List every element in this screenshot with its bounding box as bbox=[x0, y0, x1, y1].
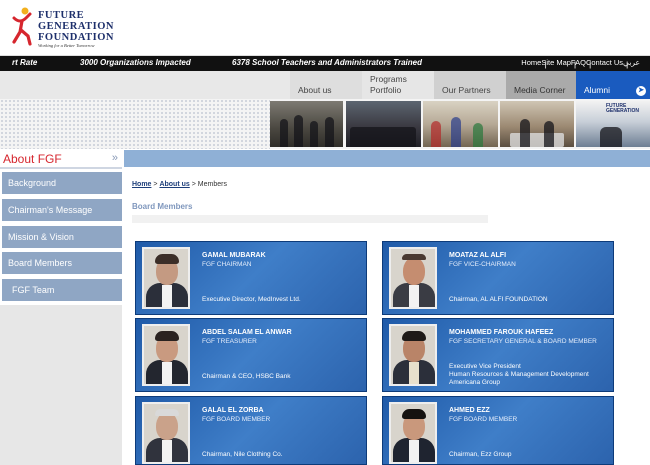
sidebar-item-board-members[interactable]: Board Members bbox=[2, 252, 122, 274]
banner-photo bbox=[346, 101, 421, 147]
member-desc: Chairman, Nile Clothing Co. bbox=[202, 451, 283, 458]
photo-banner: FUTURE GENERATION bbox=[0, 99, 650, 149]
double-chevron-icon[interactable]: » bbox=[112, 152, 118, 164]
banner-photo bbox=[423, 101, 498, 147]
member-name: MOHAMMED FAROUK HAFEEZ bbox=[449, 329, 554, 336]
member-photo bbox=[389, 324, 437, 386]
banner-photo bbox=[500, 101, 574, 147]
member-role: FGF BOARD MEMBER bbox=[449, 416, 518, 423]
fgf-logo[interactable]: FUTURE GENERATION FOUNDATION Working for… bbox=[8, 6, 113, 50]
sidebar-fill bbox=[0, 305, 122, 465]
logo-tagline: Working for a Better Tomorrow bbox=[38, 43, 95, 48]
member-photo bbox=[142, 402, 190, 464]
tab-our-partners[interactable]: Our Partners bbox=[434, 71, 506, 99]
member-photo bbox=[389, 402, 437, 464]
banner-photo: FUTURE GENERATION bbox=[576, 101, 650, 147]
breadcrumb: Home > About us > Members bbox=[132, 181, 227, 188]
member-card[interactable]: AHMED EZZ FGF BOARD MEMBER Chairman, Ezz… bbox=[382, 396, 614, 465]
content-header-bar bbox=[124, 150, 650, 167]
member-card[interactable]: GAMAL MUBARAK FGF CHAIRMAN Executive Dir… bbox=[135, 241, 367, 315]
member-photo bbox=[389, 247, 437, 309]
breadcrumb-about[interactable]: About us bbox=[159, 181, 189, 188]
member-name: GAMAL MUBARAK bbox=[202, 252, 266, 259]
logo-figure-icon bbox=[12, 7, 32, 46]
divider bbox=[132, 215, 488, 223]
breadcrumb-current: Members bbox=[197, 181, 227, 188]
member-role: FGF TREASURER bbox=[202, 338, 257, 345]
member-desc: Americana Group bbox=[449, 379, 500, 386]
member-desc: Executive Vice President bbox=[449, 363, 521, 370]
member-desc: Chairman, AL ALFI FOUNDATION bbox=[449, 296, 548, 303]
member-role: FGF SECRETARY GENERAL & BOARD MEMBER bbox=[449, 338, 597, 345]
member-name: MOATAZ AL ALFI bbox=[449, 252, 507, 259]
member-desc: Executive Director, MedInvest Ltd. bbox=[202, 296, 301, 303]
top-links: Home | Site Map | FAQ | Contact Us | عربي bbox=[521, 58, 640, 69]
banner-photo bbox=[270, 101, 343, 147]
ticker-item: 6378 School Teachers and Administrators … bbox=[232, 58, 422, 67]
tab-media-corner[interactable]: Media Corner bbox=[506, 71, 576, 99]
main-nav: About us Programs Portfolio Our Partners… bbox=[0, 71, 650, 99]
logo-wordmark: FUTURE GENERATION FOUNDATION bbox=[38, 10, 114, 43]
site-header: FUTURE GENERATION FOUNDATION Working for… bbox=[0, 0, 650, 56]
page-title: Board Members bbox=[132, 202, 193, 211]
sidebar-item-background[interactable]: Background bbox=[2, 172, 122, 194]
breadcrumb-home[interactable]: Home bbox=[132, 181, 151, 188]
sidebar-item-fgf-team[interactable]: FGF Team bbox=[2, 279, 122, 301]
member-role: FGF VICE-CHAIRMAN bbox=[449, 261, 516, 268]
member-card[interactable]: MOATAZ AL ALFI FGF VICE-CHAIRMAN Chairma… bbox=[382, 241, 614, 315]
member-photo bbox=[142, 324, 190, 386]
member-name: GALAL EL ZORBA bbox=[202, 407, 264, 414]
ticker-item: rt Rate bbox=[12, 58, 38, 67]
sidebar-title: About FGF bbox=[3, 152, 62, 166]
arrow-right-icon: ➤ bbox=[636, 86, 646, 96]
member-name: AHMED EZZ bbox=[449, 407, 490, 414]
tab-about-us[interactable]: About us bbox=[290, 71, 362, 99]
dot-pattern bbox=[0, 99, 270, 149]
member-card[interactable]: GALAL EL ZORBA FGF BOARD MEMBER Chairman… bbox=[135, 396, 367, 465]
member-role: FGF BOARD MEMBER bbox=[202, 416, 271, 423]
member-role: FGF CHAIRMAN bbox=[202, 261, 252, 268]
sidebar-item-chairmans-message[interactable]: Chairman's Message bbox=[2, 199, 122, 221]
tab-alumni[interactable]: Alumni ➤ bbox=[576, 71, 650, 99]
sidebar-header: About FGF » bbox=[0, 150, 122, 169]
banner-logo: FUTURE GENERATION bbox=[606, 103, 639, 114]
member-desc: Human Resources & Management Development bbox=[449, 371, 589, 378]
sidebar-item-mission-vision[interactable]: Mission & Vision bbox=[2, 226, 122, 248]
ticker-item: 3000 Organizations Impacted bbox=[80, 58, 191, 67]
member-photo bbox=[142, 247, 190, 309]
contact-link[interactable]: Contact Us bbox=[586, 58, 623, 67]
member-desc: Chairman, Ezz Group bbox=[449, 451, 512, 458]
member-name: ABDEL SALAM EL ANWAR bbox=[202, 329, 292, 336]
stats-ticker: rt Rate 3000 Organizations Impacted 6378… bbox=[0, 56, 650, 71]
member-card[interactable]: MOHAMMED FAROUK HAFEEZ FGF SECRETARY GEN… bbox=[382, 318, 614, 392]
home-link[interactable]: Home bbox=[521, 58, 541, 67]
member-desc: Chairman & CEO, HSBC Bank bbox=[202, 373, 291, 380]
tab-programs-portfolio[interactable]: Programs Portfolio bbox=[362, 71, 434, 99]
member-card[interactable]: ABDEL SALAM EL ANWAR FGF TREASURER Chair… bbox=[135, 318, 367, 392]
sidebar: About FGF » Background Chairman's Messag… bbox=[0, 150, 122, 465]
